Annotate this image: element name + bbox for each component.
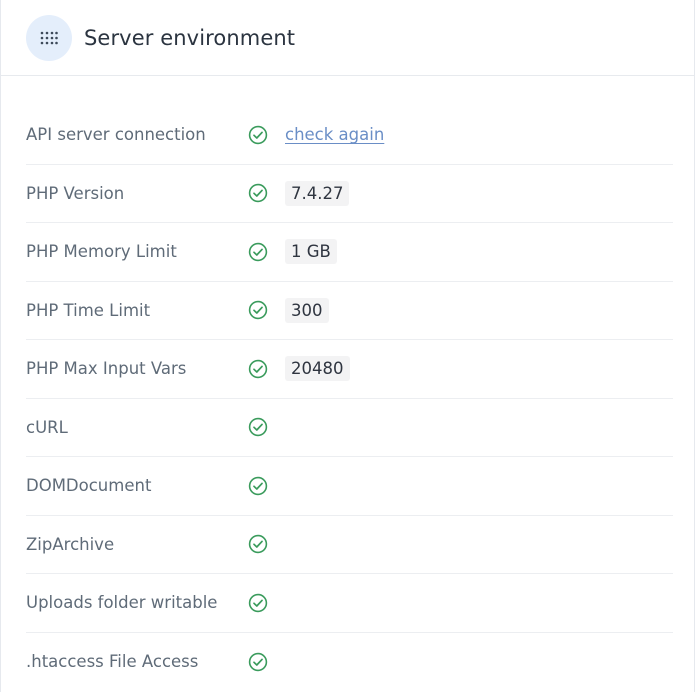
row-label: ZipArchive — [26, 534, 115, 554]
check-circle-icon — [248, 476, 285, 496]
check-circle-icon — [248, 300, 285, 320]
check-circle-icon — [248, 359, 285, 379]
check-row-domdocument: DOMDocument — [26, 457, 673, 516]
check-row-php-max-input-vars: PHP Max Input Vars 20480 — [26, 340, 673, 399]
check-row-php-memory-limit: PHP Memory Limit 1 GB — [26, 223, 673, 282]
server-environment-panel: Server environment API server connection… — [0, 0, 695, 692]
row-label: Uploads folder writable — [26, 593, 218, 613]
row-label: API server connection — [26, 125, 206, 145]
row-label: .htaccess File Access — [26, 652, 199, 672]
page-title: Server environment — [84, 25, 296, 50]
row-label: DOMDocument — [26, 476, 152, 496]
check-circle-icon — [248, 534, 285, 554]
row-label: PHP Max Input Vars — [26, 359, 187, 379]
check-circle-icon — [248, 125, 285, 145]
value-badge: 7.4.27 — [285, 180, 350, 206]
check-row-curl: cURL — [26, 399, 673, 457]
panel-header: Server environment — [1, 0, 694, 76]
check-circle-icon — [248, 593, 285, 613]
environment-checklist: API server connection check again PHP Ve… — [1, 106, 694, 691]
row-label: cURL — [26, 417, 68, 437]
row-label: PHP Time Limit — [26, 300, 151, 320]
check-circle-icon — [248, 652, 285, 672]
check-row-php-version: PHP Version 7.4.27 — [26, 165, 673, 223]
value-badge: 20480 — [285, 356, 350, 382]
grid-dots-icon — [26, 14, 72, 61]
value-badge: 300 — [285, 297, 329, 323]
row-label: PHP Version — [26, 183, 125, 203]
check-circle-icon — [248, 242, 285, 262]
check-row-uploads-folder-writable: Uploads folder writable — [26, 574, 673, 633]
check-circle-icon — [248, 417, 285, 437]
value-badge: 1 GB — [285, 239, 337, 265]
row-label: PHP Memory Limit — [26, 242, 177, 262]
check-circle-icon — [248, 183, 285, 203]
check-again-link[interactable]: check again — [285, 125, 384, 144]
check-row-htaccess-file-access: .htaccess File Access — [26, 633, 673, 692]
check-row-php-time-limit: PHP Time Limit 300 — [26, 282, 673, 340]
check-row-api-server-connection: API server connection check again — [26, 106, 673, 165]
check-row-ziparchive: ZipArchive — [26, 516, 673, 574]
